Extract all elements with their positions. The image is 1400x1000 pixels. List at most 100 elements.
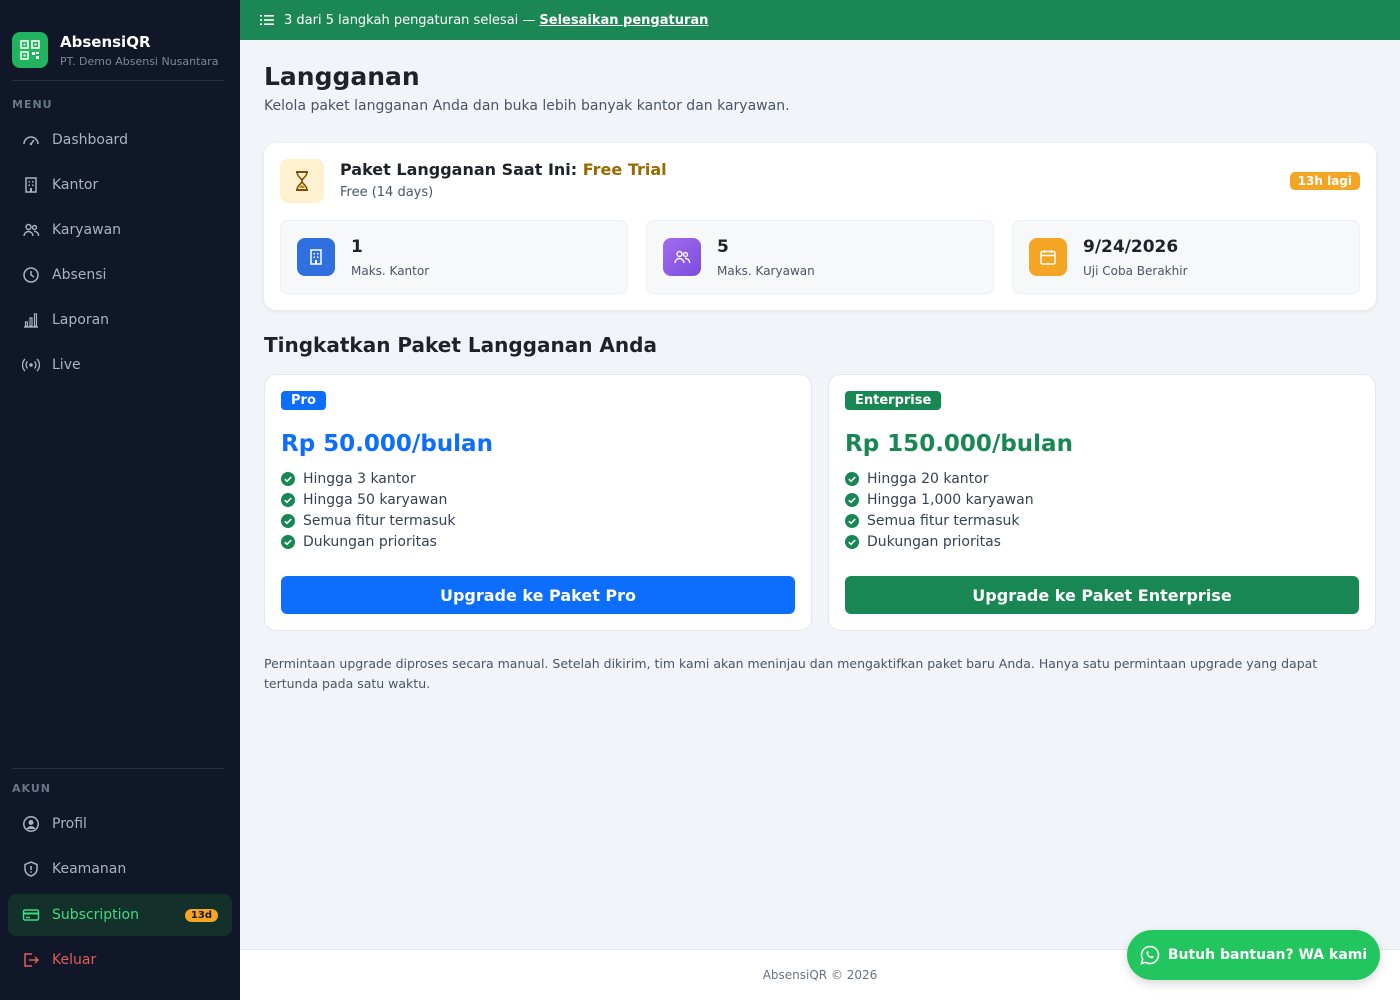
stat-label: Maks. Karyawan [717,264,815,278]
feature-text: Dukungan prioritas [303,533,437,550]
feature-item: Hingga 3 kantor [281,468,456,489]
check-circle-icon [281,492,295,507]
current-plan-title: Paket Langganan Saat Ini: Free Trial [340,160,667,179]
bar-chart-icon [22,311,40,329]
complete-setup-link[interactable]: Selesaikan pengaturan [539,13,708,28]
feature-text: Semua fitur termasuk [867,512,1020,529]
footer-text: AbsensiQR © 2026 [762,968,878,982]
credit-card-icon [22,906,40,924]
sidebar-item-label: Keluar [52,952,97,968]
upgrade-note: Permintaan upgrade diproses secara manua… [264,656,1318,691]
stat-label: Maks. Kantor [351,264,430,278]
check-circle-icon [281,471,295,486]
page-title: Langganan [264,62,420,91]
current-plan-name: Free Trial [582,160,667,179]
setup-progress-banner: 3 dari 5 langkah pengaturan selesai — Se… [240,0,1400,40]
plan-card-pro: Pro Rp 50.000/bulan Hingga 3 kantor Hing… [264,374,812,631]
plan-tag: Enterprise [845,391,942,410]
check-circle-icon [845,534,859,549]
logout-icon [22,951,40,969]
sidebar-item-label: Live [52,357,81,373]
check-circle-icon [845,471,859,486]
sidebar-item-label: Subscription [52,907,139,923]
check-circle-icon [845,513,859,528]
whatsapp-icon [1140,945,1160,965]
stat-trial-end: 9/24/2026 Uji Coba Berakhir [1012,220,1360,294]
sidebar-item-laporan[interactable]: Laporan [8,299,232,341]
sidebar-item-label: Dashboard [52,132,128,148]
clock-icon [22,266,40,284]
building-icon [22,176,40,194]
feature-text: Hingga 1,000 karyawan [867,491,1034,508]
sidebar-item-keamanan[interactable]: Keamanan [8,848,232,890]
banner-text: 3 dari 5 langkah pengaturan selesai — [284,12,536,28]
feature-item: Hingga 50 karyawan [281,489,456,510]
time-remaining-badge: 13h lagi [1289,172,1360,190]
trial-days-badge: 13d [184,908,218,922]
check-circle-icon [845,492,859,507]
list-icon [260,14,274,26]
upgrade-pro-button[interactable]: Upgrade ke Paket Pro [281,576,795,614]
stat-value: 1 [351,237,363,257]
feature-item: Hingga 20 kantor [845,468,1034,489]
brand[interactable]: AbsensiQR PT. Demo Absensi Nusantara [0,0,240,80]
user-circle-icon [22,815,40,833]
sidebar-item-dashboard[interactable]: Dashboard [8,119,232,161]
current-plan-detail: Free (14 days) [340,185,434,200]
whatsapp-help-button[interactable]: Butuh bantuan? WA kami [1127,930,1380,980]
plan-features: Hingga 3 kantor Hingga 50 karyawan Semua… [281,468,456,552]
plan-tag: Pro [281,391,326,410]
shield-icon [22,860,40,878]
stat-value: 5 [717,237,729,257]
sidebar-item-label: Karyawan [52,222,122,238]
sidebar-divider [12,768,224,769]
sidebar-item-profil[interactable]: Profil [8,803,232,845]
sidebar-item-label: Keamanan [52,861,127,877]
sidebar-item-label: Kantor [52,177,99,193]
feature-item: Semua fitur termasuk [281,510,456,531]
sidebar-item-karyawan[interactable]: Karyawan [8,209,232,251]
feature-item: Dukungan prioritas [281,531,456,552]
sidebar-item-label: Profil [52,816,87,832]
sidebar-item-keluar[interactable]: Keluar [8,939,232,981]
stat-value: 9/24/2026 [1083,237,1179,257]
sidebar-item-label: Laporan [52,312,110,328]
plan-card-enterprise: Enterprise Rp 150.000/bulan Hingga 20 ka… [828,374,1376,631]
sidebar-item-live[interactable]: Live [8,344,232,386]
app-name: AbsensiQR [60,32,151,51]
users-icon [663,238,701,276]
feature-text: Hingga 20 kantor [867,470,989,487]
users-icon [22,221,40,239]
sidebar-item-absensi[interactable]: Absensi [8,254,232,296]
plan-price: Rp 50.000/bulan [281,431,493,457]
stat-label: Uji Coba Berakhir [1083,264,1188,278]
calendar-icon [1029,238,1067,276]
sidebar: AbsensiQR PT. Demo Absensi Nusantara MEN… [0,0,240,1000]
current-plan-label: Paket Langganan Saat Ini: [340,160,578,179]
upgrade-enterprise-button[interactable]: Upgrade ke Paket Enterprise [845,576,1359,614]
plan-features: Hingga 20 kantor Hingga 1,000 karyawan S… [845,468,1034,552]
hourglass-icon [280,159,324,203]
gauge-icon [22,131,40,149]
feature-text: Hingga 3 kantor [303,470,416,487]
broadcast-icon [22,356,40,374]
feature-text: Dukungan prioritas [867,533,1001,550]
current-plan-card: Paket Langganan Saat Ini: Free Trial Fre… [264,143,1376,310]
company-name: PT. Demo Absensi Nusantara [60,54,219,68]
feature-text: Hingga 50 karyawan [303,491,448,508]
feature-item: Hingga 1,000 karyawan [845,489,1034,510]
check-circle-icon [281,513,295,528]
sidebar-item-subscription[interactable]: Subscription 13d [8,894,232,936]
account-section-label: AKUN [12,782,51,795]
stat-max-employees: 5 Maks. Karyawan [646,220,994,294]
stat-max-offices: 1 Maks. Kantor [280,220,628,294]
building-icon [297,238,335,276]
feature-text: Semua fitur termasuk [303,512,456,529]
menu-section-label: MENU [12,98,53,111]
whatsapp-help-label: Butuh bantuan? WA kami [1167,947,1368,963]
plan-price: Rp 150.000/bulan [845,431,1073,457]
upgrade-section-title: Tingkatkan Paket Langganan Anda [264,333,657,357]
sidebar-item-kantor[interactable]: Kantor [8,164,232,206]
sidebar-item-label: Absensi [52,267,107,283]
sidebar-divider [12,80,224,81]
